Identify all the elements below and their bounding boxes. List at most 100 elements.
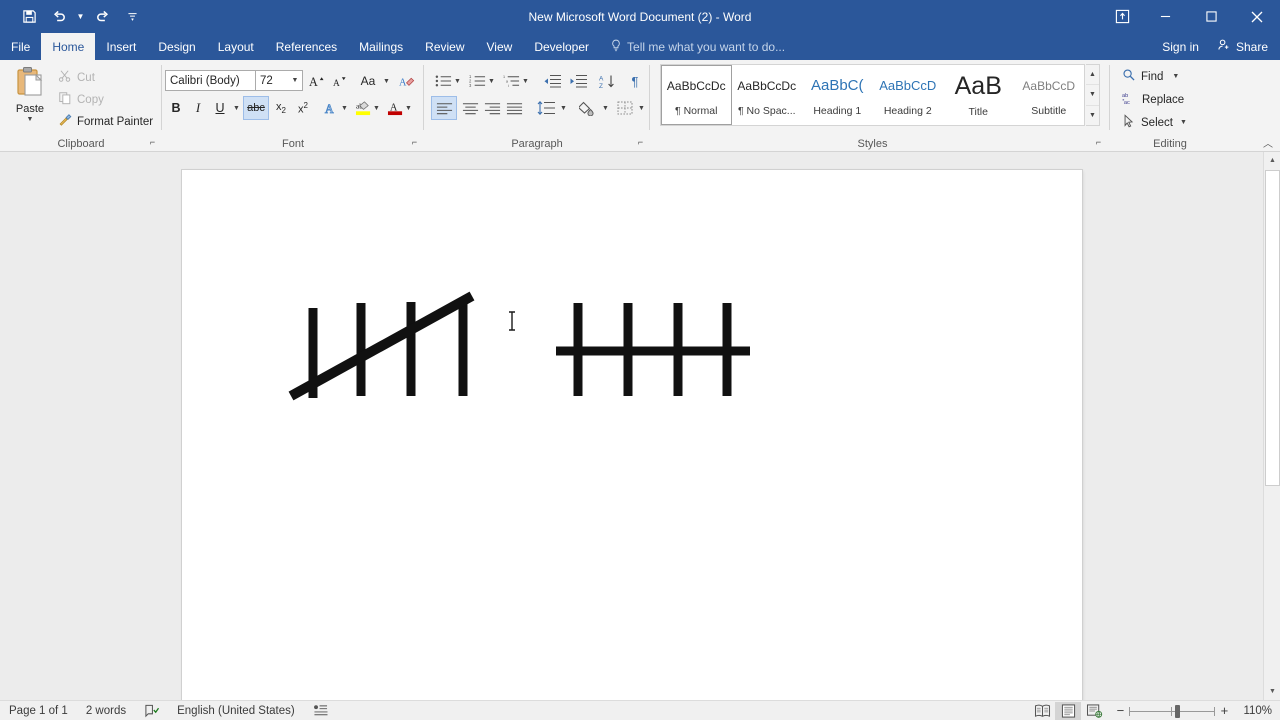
style-heading-2[interactable]: AaBbCcD Heading 2 — [873, 65, 944, 125]
undo-dropdown-icon[interactable]: ▼ — [74, 4, 87, 30]
multilevel-list-button[interactable]: 1ai — [500, 70, 522, 92]
shading-button[interactable] — [576, 97, 600, 119]
vertical-scrollbar[interactable]: ▲ ▼ — [1263, 152, 1280, 700]
shrink-font-button[interactable]: A — [328, 70, 350, 92]
ribbon-display-options-icon[interactable] — [1102, 0, 1142, 33]
align-right-button[interactable] — [480, 97, 504, 119]
cut-button[interactable]: Cut — [54, 67, 99, 88]
clipboard-dialog-launcher[interactable]: ⌐ — [146, 136, 159, 149]
justify-button[interactable] — [502, 97, 526, 119]
find-dropdown-icon[interactable]: ▼ — [1172, 73, 1179, 80]
bold-button[interactable]: B — [165, 97, 187, 119]
find-button[interactable]: Find ▼ — [1118, 66, 1183, 87]
paste-button[interactable]: Paste ▼ — [8, 64, 52, 130]
tab-mailings[interactable]: Mailings — [348, 33, 414, 60]
numbering-button[interactable]: 123 — [466, 70, 488, 92]
tab-layout[interactable]: Layout — [207, 33, 265, 60]
strikethrough-button[interactable]: abc — [243, 96, 269, 120]
line-spacing-dropdown-icon[interactable]: ▼ — [558, 97, 569, 119]
style-no-spacing[interactable]: AaBbCcDc ¶ No Spac... — [732, 65, 803, 125]
word-count[interactable]: 2 words — [77, 701, 135, 720]
decrease-indent-button[interactable] — [540, 70, 564, 92]
read-mode-icon[interactable] — [1029, 702, 1055, 720]
select-button[interactable]: Select ▼ — [1118, 112, 1191, 133]
tell-me-search[interactable]: Tell me what you want to do... — [600, 33, 795, 60]
style-subtitle[interactable]: AaBbCcD Subtitle — [1014, 65, 1085, 125]
save-icon[interactable] — [14, 4, 44, 30]
document-canvas[interactable] — [0, 152, 1280, 700]
text-effects-dropdown-icon[interactable]: ▼ — [339, 97, 350, 119]
scrollbar-thumb[interactable] — [1265, 170, 1280, 486]
paragraph-dialog-launcher[interactable]: ⌐ — [634, 136, 647, 149]
format-painter-button[interactable]: Format Painter — [54, 111, 157, 132]
style-title[interactable]: AaB Title — [943, 65, 1014, 125]
zoom-in-button[interactable]: + — [1215, 703, 1233, 718]
zoom-slider[interactable] — [1129, 702, 1216, 720]
change-case-button[interactable]: Aa — [353, 70, 383, 92]
zoom-slider-thumb[interactable] — [1175, 704, 1181, 718]
clear-formatting-button[interactable]: A — [396, 70, 418, 92]
language-indicator[interactable]: English (United States) — [168, 701, 304, 720]
bullets-button[interactable] — [432, 70, 454, 92]
tab-file[interactable]: File — [0, 33, 41, 60]
replace-button[interactable]: ab ac Replace — [1118, 89, 1188, 110]
paste-dropdown-icon[interactable]: ▼ — [27, 116, 34, 123]
styles-scroll-up-icon[interactable]: ▲ — [1086, 65, 1099, 86]
undo-icon[interactable] — [44, 4, 74, 30]
close-icon[interactable] — [1234, 0, 1280, 33]
increase-indent-button[interactable] — [566, 70, 590, 92]
numbering-dropdown-icon[interactable]: ▼ — [486, 70, 497, 92]
tab-insert[interactable]: Insert — [95, 33, 147, 60]
caret-down-icon[interactable]: ▼ — [1264, 683, 1280, 700]
style-normal[interactable]: AaBbCcDc ¶ Normal — [661, 65, 732, 125]
caret-up-icon[interactable]: ▲ — [1264, 152, 1280, 169]
style-heading-1[interactable]: AaBbC( Heading 1 — [802, 65, 873, 125]
page-indicator[interactable]: Page 1 of 1 — [0, 701, 77, 720]
styles-scroll-down-icon[interactable]: ▼ — [1086, 85, 1099, 106]
align-left-button[interactable] — [431, 96, 457, 120]
borders-dropdown-icon[interactable]: ▼ — [636, 97, 647, 119]
tab-review[interactable]: Review — [414, 33, 475, 60]
highlight-dropdown-icon[interactable]: ▼ — [371, 97, 382, 119]
customize-quick-access-icon[interactable] — [117, 4, 147, 30]
tab-home[interactable]: Home — [41, 33, 96, 60]
change-case-dropdown-icon[interactable]: ▼ — [381, 70, 392, 92]
italic-button[interactable]: I — [187, 97, 209, 119]
sort-button[interactable]: AZ — [596, 70, 620, 92]
web-layout-icon[interactable] — [1081, 702, 1107, 720]
redo-icon[interactable] — [87, 4, 117, 30]
zoom-out-button[interactable]: − — [1111, 703, 1129, 718]
styles-dialog-launcher[interactable]: ⌐ — [1092, 136, 1105, 149]
minimize-icon[interactable] — [1142, 0, 1188, 33]
line-spacing-button[interactable] — [534, 97, 558, 119]
align-center-button[interactable] — [458, 97, 482, 119]
tab-references[interactable]: References — [265, 33, 348, 60]
tab-design[interactable]: Design — [147, 33, 206, 60]
zoom-level[interactable]: 110% — [1237, 705, 1280, 717]
select-dropdown-icon[interactable]: ▼ — [1180, 119, 1187, 126]
bullets-dropdown-icon[interactable]: ▼ — [452, 70, 463, 92]
font-dialog-launcher[interactable]: ⌐ — [408, 136, 421, 149]
font-size-dropdown-icon[interactable]: ▼ — [288, 77, 302, 84]
underline-button[interactable]: U — [209, 97, 231, 119]
share-button[interactable]: Share — [1209, 33, 1280, 60]
styles-more-icon[interactable]: ▼ — [1086, 106, 1099, 125]
multilevel-dropdown-icon[interactable]: ▼ — [520, 70, 531, 92]
macro-record-icon[interactable] — [304, 701, 337, 720]
underline-dropdown-icon[interactable]: ▼ — [231, 97, 242, 119]
tab-developer[interactable]: Developer — [523, 33, 600, 60]
sign-in-button[interactable]: Sign in — [1152, 33, 1209, 60]
shading-dropdown-icon[interactable]: ▼ — [600, 97, 611, 119]
subscript-button[interactable]: x2 — [270, 97, 292, 119]
font-size-input[interactable]: 72 ▼ — [255, 70, 303, 91]
copy-button[interactable]: Copy — [54, 89, 108, 110]
chevron-up-icon[interactable]: ︿ — [1260, 134, 1276, 150]
superscript-button[interactable]: x2 — [292, 97, 314, 119]
tab-view[interactable]: View — [476, 33, 524, 60]
font-color-dropdown-icon[interactable]: ▼ — [403, 97, 414, 119]
print-layout-icon[interactable] — [1055, 701, 1082, 720]
show-formatting-marks-button[interactable]: ¶ — [624, 70, 646, 92]
proofing-errors-icon[interactable] — [135, 701, 168, 720]
maximize-icon[interactable] — [1188, 0, 1234, 33]
borders-button[interactable] — [614, 97, 636, 119]
